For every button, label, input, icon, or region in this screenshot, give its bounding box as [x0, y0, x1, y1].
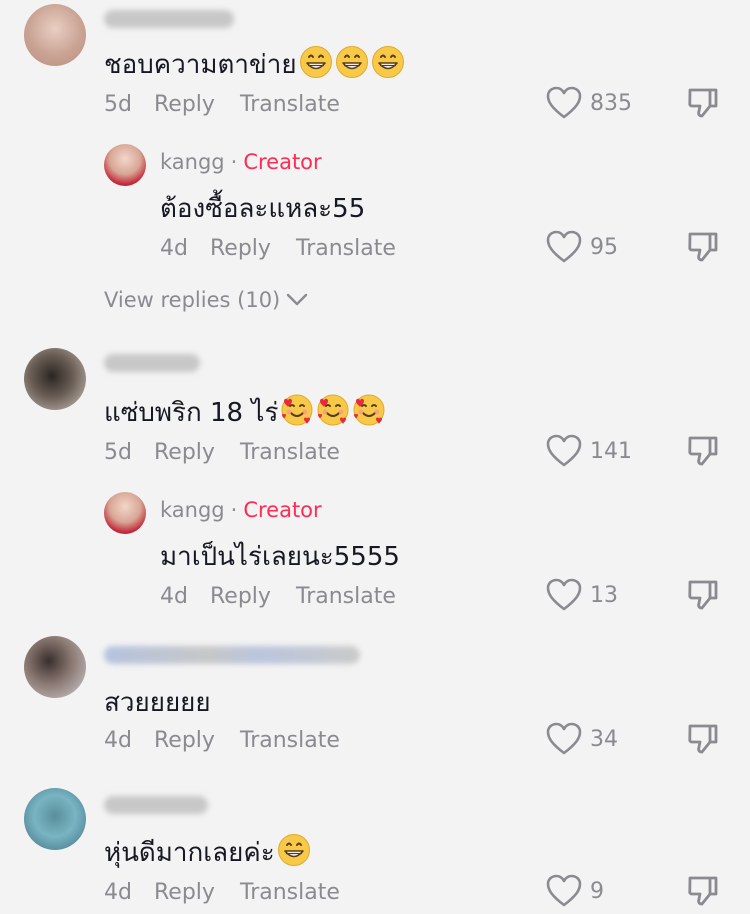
reply-button[interactable]: Reply [154, 92, 240, 117]
like-count: 835 [590, 90, 632, 116]
comment-text: แซ่บพริก 18 ไร่ [104, 392, 386, 433]
blurred-username[interactable] [104, 646, 360, 664]
comment-meta: 4d Reply Translate [104, 728, 340, 753]
heart-icon [546, 578, 582, 611]
like-count: 34 [590, 726, 618, 752]
reply-text: ต้องซื้อละแหละ55 [160, 194, 366, 224]
creator-username[interactable]: kangg · Creator [160, 150, 322, 174]
creator-badge: Creator [243, 150, 322, 174]
reply-button[interactable]: Reply [154, 728, 240, 753]
like-button[interactable]: 95 [546, 230, 618, 264]
grin-emoji [299, 45, 333, 79]
creator-avatar[interactable] [104, 144, 146, 186]
avatar[interactable] [24, 348, 86, 410]
view-replies-label: View replies (10) [104, 288, 281, 312]
separator-dot: · [230, 498, 238, 522]
username[interactable]: kangg [160, 498, 225, 522]
reply-meta: 4d Reply Translate [160, 584, 396, 609]
heart-icon [546, 434, 582, 467]
grin-emoji [277, 833, 311, 867]
reply-meta: 4d Reply Translate [160, 236, 396, 261]
blurred-username[interactable] [104, 354, 200, 372]
dislike-icon[interactable] [686, 722, 720, 756]
heart-icon [546, 230, 582, 263]
like-button[interactable]: 141 [546, 434, 632, 468]
comment-text: สวยยยยย [104, 688, 211, 718]
reply-date: 4d [160, 236, 188, 261]
like-count: 141 [590, 438, 632, 464]
like-button[interactable]: 835 [546, 86, 632, 120]
translate-button[interactable]: Translate [240, 880, 340, 905]
reply-button[interactable]: Reply [154, 880, 240, 905]
like-count: 13 [590, 582, 618, 608]
comment-text: ชอบความตาข่าย [104, 44, 405, 85]
like-button[interactable]: 9 [546, 874, 604, 908]
comment-meta: 5d Reply Translate [104, 440, 340, 465]
dislike-icon[interactable] [686, 434, 720, 468]
like-button[interactable]: 34 [546, 722, 618, 756]
smiling-hearts-emoji [280, 393, 314, 427]
avatar[interactable] [24, 788, 86, 850]
like-button[interactable]: 13 [546, 578, 618, 612]
reply-button[interactable]: Reply [154, 440, 240, 465]
creator-username[interactable]: kangg · Creator [160, 498, 322, 522]
heart-icon [546, 86, 582, 119]
blurred-username[interactable] [104, 796, 208, 814]
heart-icon [546, 874, 582, 907]
translate-button[interactable]: Translate [296, 584, 396, 609]
comment-date: 4d [104, 728, 132, 753]
translate-button[interactable]: Translate [296, 236, 396, 261]
smiling-hearts-emoji [316, 393, 350, 427]
comment-date: 4d [104, 880, 132, 905]
separator-dot: · [230, 150, 238, 174]
comment-date: 5d [104, 440, 132, 465]
reply-button[interactable]: Reply [210, 236, 296, 261]
like-count: 9 [590, 878, 604, 904]
comment-meta: 4d Reply Translate [104, 880, 340, 905]
view-replies-button[interactable]: View replies (10) [104, 288, 308, 312]
reply-button[interactable]: Reply [210, 584, 296, 609]
dislike-icon[interactable] [686, 230, 720, 264]
creator-avatar[interactable] [104, 492, 146, 534]
smiling-hearts-emoji [352, 393, 386, 427]
heart-icon [546, 722, 582, 755]
like-count: 95 [590, 234, 618, 260]
translate-button[interactable]: Translate [240, 728, 340, 753]
creator-badge: Creator [243, 498, 322, 522]
reply-text: มาเป็นไร่เลยนะ5555 [160, 542, 400, 572]
dislike-icon[interactable] [686, 874, 720, 908]
reply-date: 4d [160, 584, 188, 609]
translate-button[interactable]: Translate [240, 440, 340, 465]
avatar[interactable] [24, 4, 86, 66]
translate-button[interactable]: Translate [240, 92, 340, 117]
comment-date: 5d [104, 92, 132, 117]
username[interactable]: kangg [160, 150, 225, 174]
comment-text: หุ่นดีมากเลยค่ะ [104, 832, 311, 873]
avatar[interactable] [24, 636, 86, 698]
dislike-icon[interactable] [686, 86, 720, 120]
chevron-down-icon [287, 293, 308, 306]
comment-meta: 5d Reply Translate [104, 92, 340, 117]
blurred-username[interactable] [104, 10, 234, 28]
grin-emoji [335, 45, 369, 79]
dislike-icon[interactable] [686, 578, 720, 612]
grin-emoji [371, 45, 405, 79]
